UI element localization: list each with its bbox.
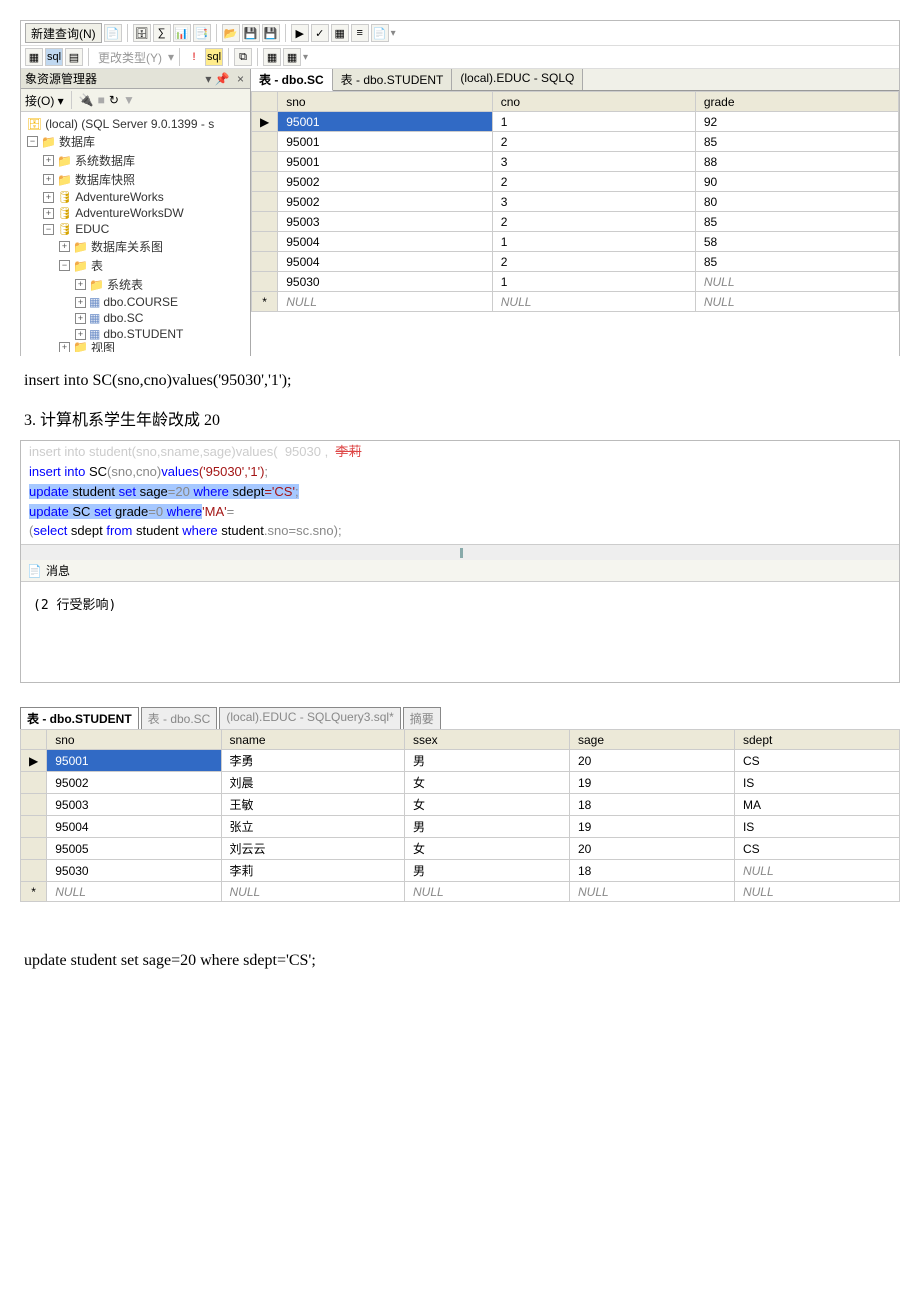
table-row[interactable]: 95001388 (252, 152, 899, 172)
object-explorer-panel: 象资源管理器 ▾ 📌 × 接(O) ▾ 🔌 ■ ↻ ▼ 🗄(local) (SQ… (21, 69, 251, 356)
tab-dbo-student[interactable]: 表 - dbo.STUDENT (333, 69, 453, 90)
databases-node[interactable]: −📁数据库 (23, 132, 248, 151)
new-row-icon[interactable]: ▦ (283, 48, 301, 66)
save-icon[interactable]: 💾 (242, 24, 260, 42)
execute-icon[interactable]: ▶ (291, 24, 309, 42)
pin-icon[interactable]: ▾ 📌 (203, 72, 231, 86)
tab-dbo-sc[interactable]: 表 - dbo.SC (251, 69, 333, 91)
doc-text-insert: insert into SC(sno,cno)values('95030','1… (24, 372, 900, 390)
scol-sdept[interactable]: sdept (734, 730, 899, 750)
object-explorer-tree: 🗄(local) (SQL Server 9.0.1399 - s −📁数据库 … (21, 112, 250, 356)
snapshots-node[interactable]: +📁数据库快照 (23, 170, 248, 189)
table-row[interactable]: 95002290 (252, 172, 899, 192)
close-panel-icon[interactable]: × (235, 72, 246, 86)
verify-sql-icon[interactable]: sql (205, 48, 223, 66)
adventureworks-node[interactable]: +🛢AdventureWorks (23, 189, 248, 205)
system-databases-node[interactable]: +📁系统数据库 (23, 151, 248, 170)
btab-summary[interactable]: 摘要 (403, 707, 441, 729)
table-row[interactable]: 95005刘云云女20CS (21, 838, 900, 860)
open-icon[interactable]: 📂 (222, 24, 240, 42)
scol-sname[interactable]: sname (221, 730, 404, 750)
connect-dropdown[interactable]: 接(O) ▾ (25, 92, 64, 109)
server-node[interactable]: 🗄(local) (SQL Server 9.0.1399 - s (23, 116, 248, 132)
messages-tab-icon: 📄 (27, 564, 42, 578)
refresh-icon[interactable]: ↻ (109, 93, 119, 107)
views-node[interactable]: +📁视图 (23, 342, 248, 352)
table-row[interactable]: 95002380 (252, 192, 899, 212)
mdx-query-icon[interactable]: ∑ (153, 24, 171, 42)
btab-sc[interactable]: 表 - dbo.SC (141, 707, 218, 729)
results-file-icon[interactable]: 📄 (371, 24, 389, 42)
table-sc[interactable]: +▦dbo.SC (23, 310, 248, 326)
table-student[interactable]: +▦dbo.STUDENT (23, 326, 248, 342)
db-diagrams-node[interactable]: +📁数据库关系图 (23, 237, 248, 256)
doc-text-update: update student set sage=20 where sdept='… (24, 952, 900, 970)
messages-tab-label[interactable]: 消息 (46, 562, 70, 579)
change-type-dropdown[interactable]: 更改类型(Y) (94, 49, 166, 66)
messages-output: (2 行受影响) (21, 582, 899, 682)
educ-node[interactable]: −🛢EDUC (23, 221, 248, 237)
open-file-icon[interactable]: 📄 (104, 24, 122, 42)
system-tables-node[interactable]: +📁系统表 (23, 275, 248, 294)
col-grade[interactable]: grade (695, 92, 898, 112)
scol-sno[interactable]: sno (47, 730, 221, 750)
parse-icon[interactable]: ✓ (311, 24, 329, 42)
disconnect-icon[interactable]: ■ (98, 93, 105, 107)
run-icon[interactable]: ! (185, 48, 203, 66)
group-by-icon[interactable]: ⧉ (234, 48, 252, 66)
add-table-icon[interactable]: ▦ (263, 48, 281, 66)
table-row[interactable]: 95030李莉男18NULL (21, 860, 900, 882)
table-row[interactable]: 95003王敏女18MA (21, 794, 900, 816)
table-row[interactable]: ▶95001192 (252, 112, 899, 132)
show-criteria-icon[interactable]: sql (45, 48, 63, 66)
filter-icon[interactable]: ▼ (123, 93, 135, 107)
save-all-icon[interactable]: 💾 (262, 24, 280, 42)
table-row[interactable]: 95001285 (252, 132, 899, 152)
adventureworksdw-node[interactable]: +🛢AdventureWorksDW (23, 205, 248, 221)
btab-student[interactable]: 表 - dbo.STUDENT (20, 707, 139, 729)
xmla-query-icon[interactable]: 📑 (193, 24, 211, 42)
db-engine-query-icon[interactable]: 🗄 (133, 24, 151, 42)
document-tabs: 表 - dbo.SC 表 - dbo.STUDENT (local).EDUC … (251, 69, 899, 91)
scol-ssex[interactable]: ssex (405, 730, 570, 750)
tables-node[interactable]: −📁表 (23, 256, 248, 275)
results-grid-icon[interactable]: ▦ (331, 24, 349, 42)
tab-sqlquery[interactable]: (local).EDUC - SQLQ (452, 69, 583, 90)
table-row[interactable]: 95004158 (252, 232, 899, 252)
table-row[interactable]: 95002刘晨女19IS (21, 772, 900, 794)
results-text-icon[interactable]: ≡ (351, 24, 369, 42)
table-row[interactable]: 950301NULL (252, 272, 899, 292)
new-query-button[interactable]: 新建查询(N) (25, 23, 102, 43)
col-sno[interactable]: sno (278, 92, 493, 112)
table-row[interactable]: 95003285 (252, 212, 899, 232)
show-diagram-icon[interactable]: ▦ (25, 48, 43, 66)
toolbar-row-1: 新建查询(N) 📄 🗄 ∑ 📊 📑 📂 💾 💾 ▶ ✓ ▦ ≡ 📄 ▾ (21, 21, 899, 46)
scol-sage[interactable]: sage (569, 730, 734, 750)
bottom-tabs: 表 - dbo.STUDENT 表 - dbo.SC (local).EDUC … (20, 707, 900, 729)
table-course[interactable]: +▦dbo.COURSE (23, 294, 248, 310)
toolbar-row-2: ▦ sql ▤ 更改类型(Y) ▾ ! sql ⧉ ▦ ▦ ▾ (21, 46, 899, 69)
btab-sqlquery3[interactable]: (local).EDUC - SQLQuery3.sql* (219, 707, 400, 729)
show-sql-icon[interactable]: ▤ (65, 48, 83, 66)
editor-scrollbar[interactable] (21, 544, 899, 560)
object-explorer-title: 象资源管理器 (25, 70, 97, 87)
sql-editor[interactable]: insert into student(sno,sname,sage)value… (21, 441, 899, 544)
connect-icon[interactable]: 🔌 (79, 93, 94, 107)
table-row[interactable]: 95004285 (252, 252, 899, 272)
dmx-query-icon[interactable]: 📊 (173, 24, 191, 42)
table-row[interactable]: *NULLNULLNULLNULLNULL (21, 882, 900, 902)
col-cno[interactable]: cno (492, 92, 695, 112)
sc-data-grid[interactable]: sno cno grade ▶9500119295001285950013889… (251, 91, 899, 312)
student-data-grid[interactable]: sno sname ssex sage sdept ▶95001李勇男20CS9… (20, 729, 900, 902)
doc-text-task3: 3. 计算机系学生年龄改成 20 (24, 406, 900, 430)
table-row[interactable]: *NULLNULLNULL (252, 292, 899, 312)
table-row[interactable]: 95004张立男19IS (21, 816, 900, 838)
table-row[interactable]: ▶95001李勇男20CS (21, 750, 900, 772)
